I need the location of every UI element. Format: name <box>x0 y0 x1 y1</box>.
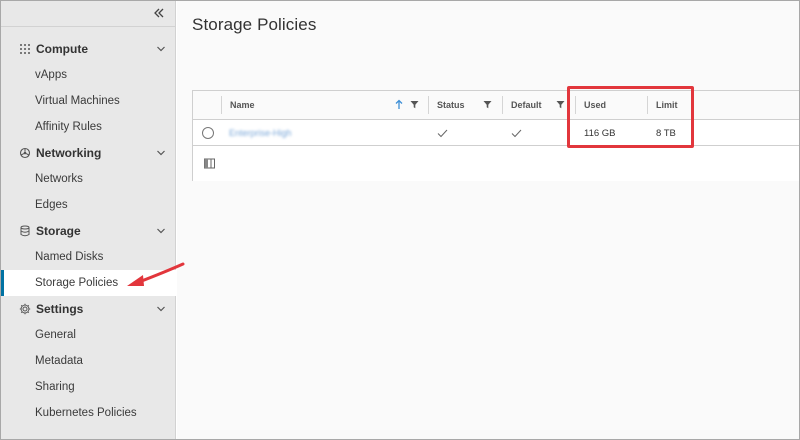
column-header-label: Name <box>230 100 255 110</box>
main-content: Storage Policies Name Status Default Use… <box>177 1 800 439</box>
table-row[interactable]: Enterprise-High 116 GB 8 TB <box>193 120 800 146</box>
grid-dots-icon <box>19 43 31 55</box>
gear-icon <box>19 303 31 315</box>
sidebar-group-label: Networking <box>36 146 102 160</box>
sidebar-item-affinity-rules[interactable]: Affinity Rules <box>1 114 175 140</box>
sidebar-item-general[interactable]: General <box>1 322 175 348</box>
sidebar-group-networking[interactable]: Networking <box>1 140 175 166</box>
sidebar-item-networks[interactable]: Networks <box>1 166 175 192</box>
sidebar: Compute vApps Virtual Machines Affinity … <box>1 1 177 439</box>
database-icon <box>19 225 31 237</box>
collapse-sidebar-button[interactable] <box>151 5 167 21</box>
chevron-down-icon <box>157 46 165 52</box>
sidebar-divider <box>1 26 175 27</box>
grid-footer <box>193 147 800 181</box>
sidebar-item-edges[interactable]: Edges <box>1 192 175 218</box>
sidebar-group-settings[interactable]: Settings <box>1 296 175 322</box>
sidebar-item-kubernetes-policies[interactable]: Kubernetes Policies <box>1 400 175 426</box>
page-title: Storage Policies <box>192 15 317 34</box>
double-chevron-left-icon <box>154 8 164 18</box>
filter-icon[interactable] <box>556 100 565 109</box>
annotation-arrow-icon <box>127 262 185 286</box>
check-icon <box>437 129 448 137</box>
chevron-down-icon <box>157 150 165 156</box>
column-toggle-icon[interactable] <box>204 158 215 169</box>
cell-name: Enterprise-High <box>193 120 428 146</box>
annotation-highlight-box <box>567 86 694 148</box>
column-header-default[interactable]: Default <box>503 91 576 119</box>
sidebar-nav: Compute vApps Virtual Machines Affinity … <box>1 36 177 426</box>
cell-status <box>437 120 497 146</box>
network-icon <box>19 147 31 159</box>
column-header-label: Status <box>437 100 465 110</box>
grid-header: Name Status Default Used Limit <box>193 91 800 120</box>
sidebar-group-label: Storage <box>36 224 81 238</box>
sidebar-group-storage[interactable]: Storage <box>1 218 175 244</box>
sidebar-item-sharing[interactable]: Sharing <box>1 374 175 400</box>
sidebar-group-compute[interactable]: Compute <box>1 36 175 62</box>
chevron-down-icon <box>157 306 165 312</box>
sidebar-item-virtual-machines[interactable]: Virtual Machines <box>1 88 175 114</box>
sort-ascending-icon[interactable] <box>395 99 403 110</box>
chevron-down-icon <box>157 228 165 234</box>
filter-icon[interactable] <box>410 100 419 109</box>
sidebar-item-vapps[interactable]: vApps <box>1 62 175 88</box>
filter-icon[interactable] <box>483 100 492 109</box>
sidebar-group-label: Compute <box>36 42 88 56</box>
storage-policies-grid: Name Status Default Used Limit Enterpris… <box>192 90 800 181</box>
column-header-label: Default <box>511 100 542 110</box>
sidebar-item-metadata[interactable]: Metadata <box>1 348 175 374</box>
cell-default <box>511 120 571 146</box>
check-icon <box>511 129 522 137</box>
policy-name-link[interactable]: Enterprise-High <box>193 128 292 138</box>
sidebar-group-label: Settings <box>36 302 84 316</box>
